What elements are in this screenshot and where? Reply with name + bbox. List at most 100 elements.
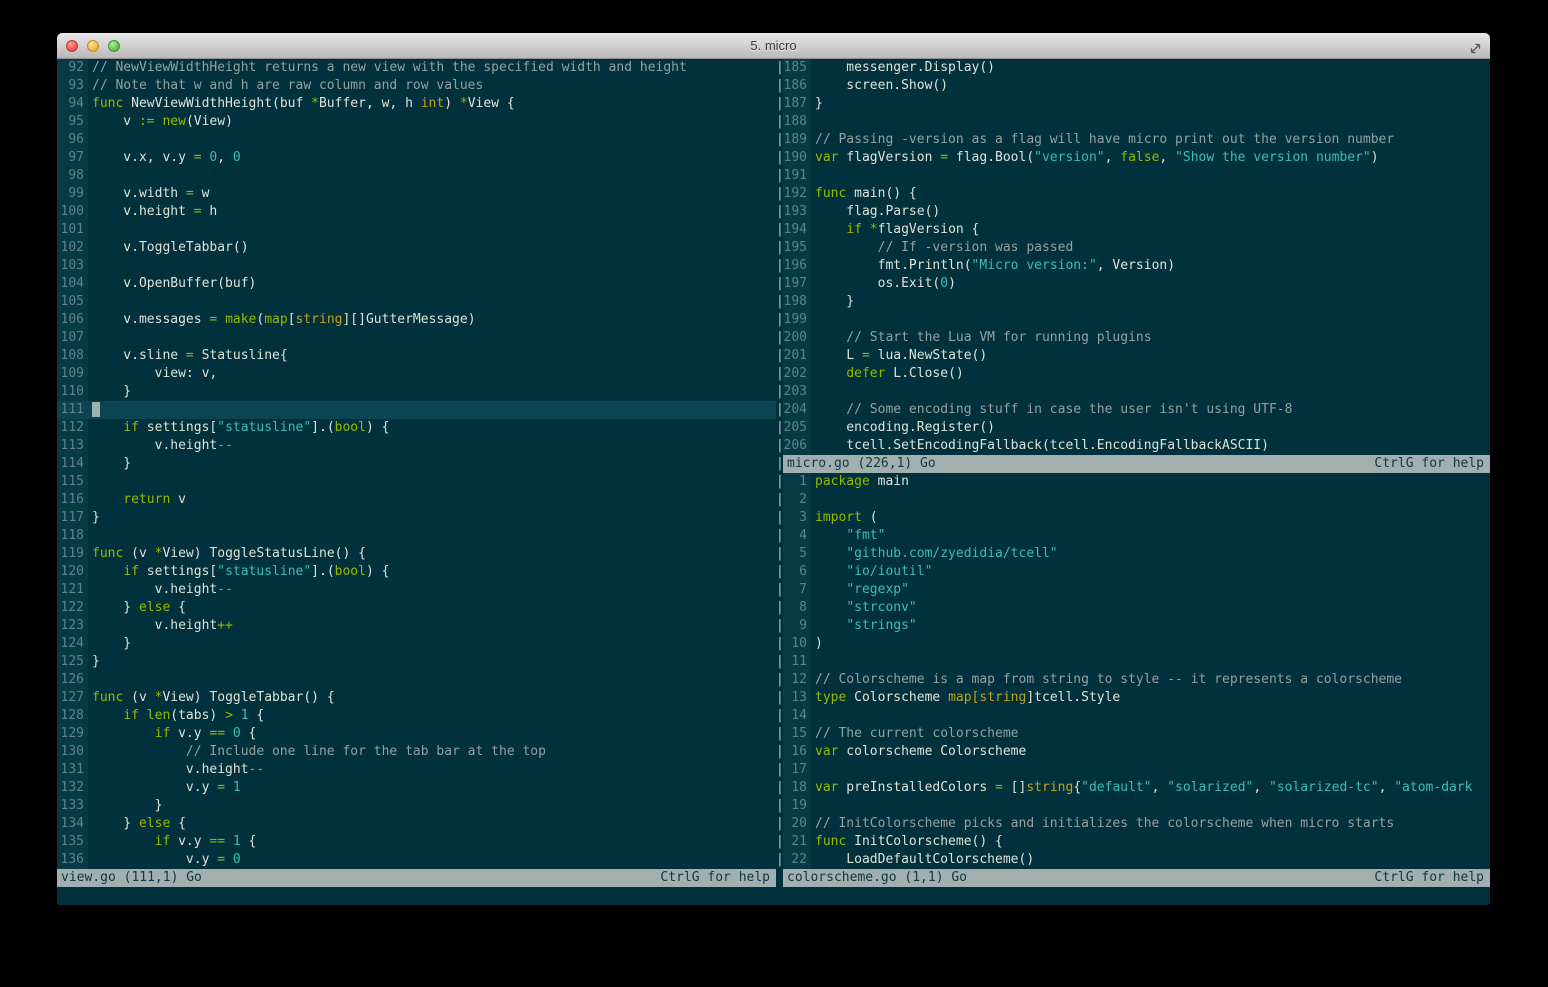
- code-line[interactable]: 99 v.width = w: [57, 185, 776, 203]
- code-line[interactable]: 135 if v.y == 1 {: [57, 833, 776, 851]
- titlebar[interactable]: 5. micro: [57, 33, 1490, 59]
- code-line[interactable]: 192 func main() {: [783, 185, 1490, 203]
- code-line[interactable]: 12 // Colorscheme is a map from string to…: [783, 671, 1490, 689]
- terminal-window[interactable]: 5. micro 92// NewViewWidthHeight returns…: [57, 33, 1490, 905]
- code-line[interactable]: 92 // NewViewWidthHeight returns a new vi…: [57, 59, 776, 77]
- code-line[interactable]: 197 os.Exit(0): [783, 275, 1490, 293]
- code-line[interactable]: 127 func (v *View) ToggleTabbar() {: [57, 689, 776, 707]
- code-line[interactable]: 20 // InitColorscheme picks and initializ…: [783, 815, 1490, 833]
- code-line[interactable]: 96: [57, 131, 776, 149]
- minimize-button[interactable]: [87, 40, 99, 52]
- code-line[interactable]: 93 // Note that w and h are raw column an…: [57, 77, 776, 95]
- code-line[interactable]: 199: [783, 311, 1490, 329]
- code-line[interactable]: 195 // If -version was passed: [783, 239, 1490, 257]
- code-line[interactable]: 102 v.ToggleTabbar(): [57, 239, 776, 257]
- code-line[interactable]: 7 "regexp": [783, 581, 1490, 599]
- code-line[interactable]: 130 // Include one line for the tab bar …: [57, 743, 776, 761]
- code-line[interactable]: 1 package main: [783, 473, 1490, 491]
- pane-view-go[interactable]: 92 // NewViewWidthHeight returns a new vi…: [57, 59, 776, 887]
- code-line[interactable]: 105: [57, 293, 776, 311]
- resize-icon[interactable]: [1469, 40, 1482, 54]
- code-line[interactable]: 129 if v.y == 0 {: [57, 725, 776, 743]
- code-line[interactable]: 114 }: [57, 455, 776, 473]
- split-divider[interactable]: | | | | | | | | | | | | | | | | | | | | …: [776, 59, 784, 887]
- pane-colorscheme-go[interactable]: 1 package main 2 3 import (4 "fmt" 5 "github.…: [783, 473, 1490, 887]
- code-line[interactable]: 115: [57, 473, 776, 491]
- code-line[interactable]: 21 func InitColorscheme() {: [783, 833, 1490, 851]
- code-line[interactable]: 98: [57, 167, 776, 185]
- code-line[interactable]: 131 v.height--: [57, 761, 776, 779]
- code-line[interactable]: 2: [783, 491, 1490, 509]
- close-button[interactable]: [66, 40, 78, 52]
- code-line[interactable]: 106 v.messages = make(map[string][]Gutte…: [57, 311, 776, 329]
- code-line[interactable]: 200 // Start the Lua VM for running plug…: [783, 329, 1490, 347]
- code-line[interactable]: 124 }: [57, 635, 776, 653]
- code-line[interactable]: 6 "io/ioutil": [783, 563, 1490, 581]
- code-line[interactable]: 116 return v: [57, 491, 776, 509]
- code-line[interactable]: 189 // Passing -version as a flag will ha…: [783, 131, 1490, 149]
- code-line[interactable]: 193 flag.Parse(): [783, 203, 1490, 221]
- code-line[interactable]: 10): [783, 635, 1490, 653]
- code-line[interactable]: 185 messenger.Display(): [783, 59, 1490, 77]
- code-line[interactable]: 95 v := new(View): [57, 113, 776, 131]
- code-line[interactable]: 18 var preInstalledColors = []string{"def…: [783, 779, 1490, 797]
- code-line[interactable]: 118: [57, 527, 776, 545]
- code-line[interactable]: 108 v.sline = Statusline{: [57, 347, 776, 365]
- code-line[interactable]: 123 v.height++: [57, 617, 776, 635]
- code-line[interactable]: 134 } else {: [57, 815, 776, 833]
- code-line[interactable]: 15 // The current colorscheme: [783, 725, 1490, 743]
- code-line[interactable]: 112 if settings["statusline"].(bool) {: [57, 419, 776, 437]
- code-line[interactable]: 117}: [57, 509, 776, 527]
- code-line[interactable]: 101: [57, 221, 776, 239]
- code-line[interactable]: 14: [783, 707, 1490, 725]
- code-line[interactable]: 4 "fmt": [783, 527, 1490, 545]
- code-line[interactable]: 196 fmt.Println("Micro version:", Versio…: [783, 257, 1490, 275]
- code-line[interactable]: 194 if *flagVersion {: [783, 221, 1490, 239]
- code-line[interactable]: 8 "strconv": [783, 599, 1490, 617]
- buffer-micro-go[interactable]: 185 messenger.Display() 186 screen.Show()…: [783, 59, 1490, 455]
- code-line[interactable]: 11: [783, 653, 1490, 671]
- code-line[interactable]: 9 "strings": [783, 617, 1490, 635]
- buffer-colorscheme-go[interactable]: 1 package main 2 3 import (4 "fmt" 5 "github.…: [783, 473, 1490, 869]
- code-line[interactable]: 120 if settings["statusline"].(bool) {: [57, 563, 776, 581]
- code-line[interactable]: 136 v.y = 0: [57, 851, 776, 869]
- code-line[interactable]: 107: [57, 329, 776, 347]
- code-line[interactable]: 205 encoding.Register(): [783, 419, 1490, 437]
- code-line[interactable]: 113 v.height--: [57, 437, 776, 455]
- code-line[interactable]: 121 v.height--: [57, 581, 776, 599]
- code-line[interactable]: 187}: [783, 95, 1490, 113]
- code-line[interactable]: 103: [57, 257, 776, 275]
- code-line[interactable]: 3 import (: [783, 509, 1490, 527]
- zoom-button[interactable]: [108, 40, 120, 52]
- code-line[interactable]: 111: [57, 401, 776, 419]
- code-line[interactable]: 125}: [57, 653, 776, 671]
- code-line[interactable]: 5 "github.com/zyedidia/tcell": [783, 545, 1490, 563]
- pane-micro-go[interactable]: 185 messenger.Display() 186 screen.Show()…: [783, 59, 1490, 473]
- code-line[interactable]: 133 }: [57, 797, 776, 815]
- code-line[interactable]: 203: [783, 383, 1490, 401]
- code-line[interactable]: 126: [57, 671, 776, 689]
- code-line[interactable]: 206 tcell.SetEncodingFallback(tcell.Enco…: [783, 437, 1490, 455]
- code-line[interactable]: 188: [783, 113, 1490, 131]
- code-line[interactable]: 100 v.height = h: [57, 203, 776, 221]
- code-line[interactable]: 97 v.x, v.y = 0, 0: [57, 149, 776, 167]
- code-line[interactable]: 119 func (v *View) ToggleStatusLine() {: [57, 545, 776, 563]
- code-line[interactable]: 204 // Some encoding stuff in case the u…: [783, 401, 1490, 419]
- buffer-view-go[interactable]: 92 // NewViewWidthHeight returns a new vi…: [57, 59, 776, 869]
- code-line[interactable]: 202 defer L.Close(): [783, 365, 1490, 383]
- code-line[interactable]: 191: [783, 167, 1490, 185]
- code-line[interactable]: 13 type Colorscheme map[string]tcell.Styl…: [783, 689, 1490, 707]
- code-line[interactable]: 190 var flagVersion = flag.Bool("version"…: [783, 149, 1490, 167]
- code-line[interactable]: 22 LoadDefaultColorscheme(): [783, 851, 1490, 869]
- code-line[interactable]: 128 if len(tabs) > 1 {: [57, 707, 776, 725]
- code-line[interactable]: 201 L = lua.NewState(): [783, 347, 1490, 365]
- code-line[interactable]: 186 screen.Show(): [783, 77, 1490, 95]
- code-line[interactable]: 198 }: [783, 293, 1490, 311]
- code-line[interactable]: 16 var colorscheme Colorscheme: [783, 743, 1490, 761]
- code-line[interactable]: 109 view: v,: [57, 365, 776, 383]
- code-line[interactable]: 110 }: [57, 383, 776, 401]
- command-line[interactable]: [57, 887, 1490, 905]
- code-line[interactable]: 17: [783, 761, 1490, 779]
- code-line[interactable]: 94 func NewViewWidthHeight(buf *Buffer, w…: [57, 95, 776, 113]
- code-line[interactable]: 104 v.OpenBuffer(buf): [57, 275, 776, 293]
